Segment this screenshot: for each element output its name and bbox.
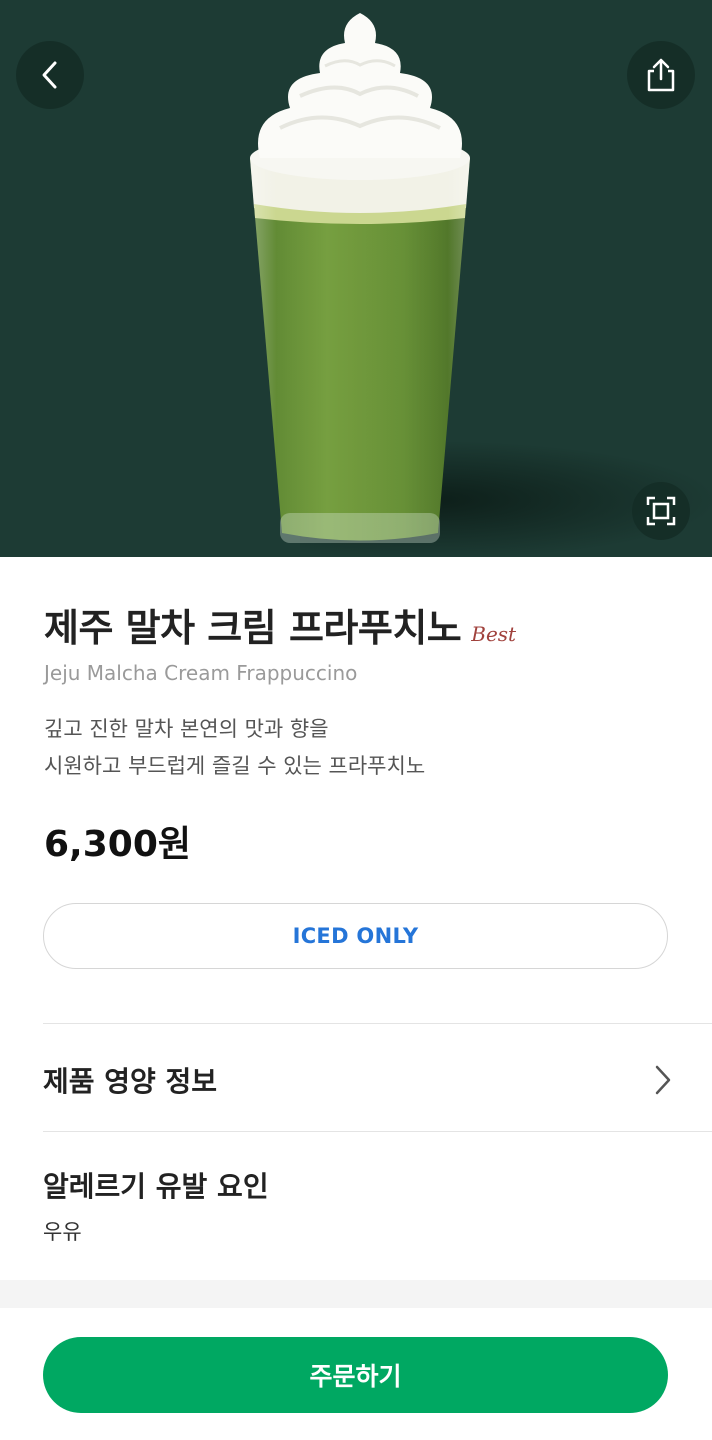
- divider: [43, 1131, 712, 1132]
- nutrition-info-row[interactable]: 제품 영양 정보: [43, 1032, 712, 1128]
- allergy-title: 알레르기 유발 요인: [43, 1170, 269, 1203]
- share-icon: [647, 58, 675, 92]
- expand-icon: [646, 496, 676, 526]
- temperature-option-pill: ICED ONLY: [43, 903, 668, 969]
- title-row: 제주 말차 크림 프라푸치노 Best: [44, 597, 516, 652]
- nutrition-info-label: 제품 영양 정보: [43, 1065, 218, 1098]
- product-hero-image: [0, 0, 712, 557]
- share-button[interactable]: [627, 41, 695, 109]
- order-button[interactable]: 주문하기: [43, 1337, 668, 1413]
- product-name: 제주 말차 크림 프라푸치노: [44, 606, 462, 650]
- description-line: 깊고 진한 말차 본연의 맛과 향을: [44, 717, 329, 741]
- description-line: 시원하고 부드럽게 즐길 수 있는 프라푸치노: [44, 754, 426, 778]
- divider: [43, 1023, 712, 1024]
- back-button[interactable]: [16, 41, 84, 109]
- best-badge: Best: [471, 622, 517, 646]
- product-price: 6,300원: [44, 824, 191, 865]
- section-separator: [0, 1280, 712, 1308]
- chevron-right-icon: [655, 1065, 671, 1095]
- allergy-value: 우유: [43, 1220, 82, 1244]
- frappuccino-image: [250, 13, 470, 543]
- product-english-name: Jeju Malcha Cream Frappuccino: [44, 661, 358, 685]
- chevron-left-icon: [42, 61, 57, 89]
- product-description: 깊고 진한 말차 본연의 맛과 향을 시원하고 부드럽게 즐길 수 있는 프라푸…: [44, 711, 425, 785]
- expand-image-button[interactable]: [632, 482, 690, 540]
